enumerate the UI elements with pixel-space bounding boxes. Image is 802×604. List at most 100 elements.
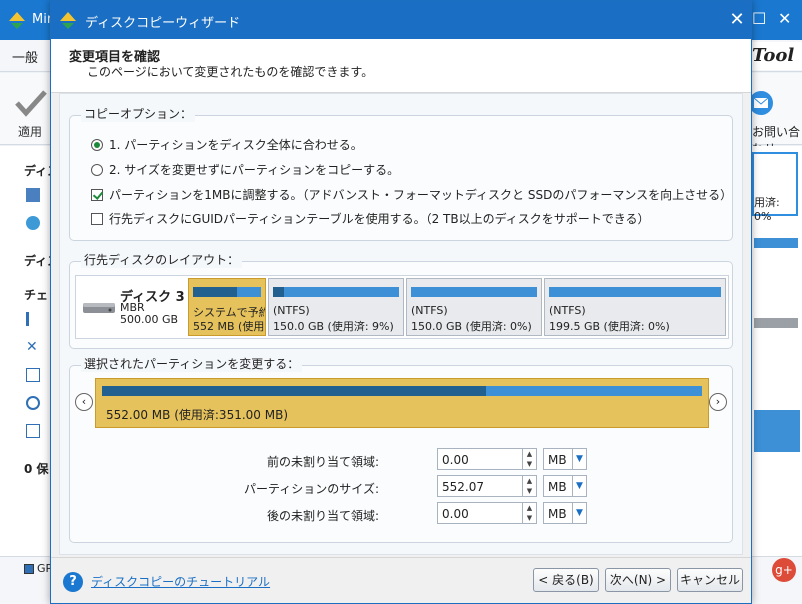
partition-system-reserved[interactable]: システムで予約 552 MB (使用済 <box>188 278 266 336</box>
checkbox-align-1mb[interactable] <box>91 188 103 201</box>
dialog-footer: ? ディスクコピーのチュートリアル < 戻る(B) 次へ(N) > キャンセル <box>51 557 751 603</box>
partition-name: (NTFS) <box>411 304 448 317</box>
hard-disk-icon <box>83 303 115 313</box>
partition-ntfs-1[interactable]: (NTFS) 150.0 GB (使用済: 9%) <box>268 278 404 336</box>
option-fit-whole-disk[interactable]: 1. パーティションをディスク全体に合わせる。 <box>91 136 363 153</box>
align-icon[interactable] <box>26 312 40 326</box>
partition-name: (NTFS) <box>549 304 586 317</box>
partition-name: (NTFS) <box>273 304 310 317</box>
cancel-button[interactable]: キャンセル <box>677 568 743 592</box>
partition-resize-handle[interactable]: 552.00 MB (使用済:351.00 MB) <box>95 378 709 428</box>
partition-ntfs-2[interactable]: (NTFS) 150.0 GB (使用済: 0%) <box>406 278 542 336</box>
spin-down-icon[interactable]: ▼ <box>523 513 536 523</box>
dialog-close-icon[interactable]: ✕ <box>727 9 747 30</box>
app-logo-icon <box>9 12 25 29</box>
partition-size: 150.0 GB (使用済: 9%) <box>273 320 394 333</box>
check-icon[interactable] <box>26 368 40 382</box>
tutorial-link[interactable]: ディスクコピーのチュートリアル <box>91 573 270 590</box>
unallocated-before-input[interactable]: 0.00 ▲ ▼ <box>437 448 537 470</box>
unallocated-before-label: 前の未割り当て領域: <box>266 455 379 469</box>
resize-usage-bar <box>102 386 702 396</box>
option-label: 行先ディスクにGUIDパーティションテーブルを使用する。（2 TB以上のディスク… <box>109 212 650 226</box>
resize-bar-label: 552.00 MB (使用済:351.00 MB) <box>106 408 288 422</box>
spin-value: 0.00 <box>442 453 469 467</box>
option-label: 2. サイズを変更せずにパーティションをコピーする。 <box>109 163 400 177</box>
disk-size: 500.00 GB <box>120 313 179 326</box>
spin-buttons: ▲ ▼ <box>522 476 536 496</box>
tools-icon[interactable]: ✕ <box>26 340 40 354</box>
unallocated-after-label: 後の未割り当て領域: <box>266 509 379 523</box>
next-button[interactable]: 次へ(N) > <box>605 568 671 592</box>
google-plus-icon[interactable]: g+ <box>772 558 796 582</box>
partition-size-label: パーティションのサイズ: <box>244 482 379 496</box>
wizard-logo-icon <box>60 12 76 29</box>
radio-fit-whole-disk[interactable] <box>91 138 103 151</box>
surface-test-icon[interactable] <box>26 396 40 410</box>
dropdown-arrow-icon[interactable]: ▼ <box>572 449 586 469</box>
destination-disk-map: ディスク 3 MBR 500.00 GB システムで予約 552 MB (使用済… <box>75 275 729 339</box>
disk-layout-label: 行先ディスクのレイアウト： <box>81 251 243 268</box>
option-copy-without-resize[interactable]: 2. サイズを変更せずにパーティションをコピーする。 <box>91 161 399 178</box>
right-partition-1[interactable]: 用済: 0% <box>752 152 798 223</box>
partition-usage-bar <box>193 287 261 297</box>
checkbox-use-gpt[interactable] <box>91 212 103 225</box>
apply-check-icon[interactable] <box>14 88 48 118</box>
unallocated-after-input[interactable]: 0.00 ▲ ▼ <box>437 502 537 524</box>
scroll-right-button[interactable]: › <box>709 393 727 411</box>
spin-up-icon[interactable]: ▲ <box>523 449 536 459</box>
option-use-gpt[interactable]: 行先ディスクにGUIDパーティションテーブルを使用する。（2 TB以上のディスク… <box>91 210 650 227</box>
unit-value: MB <box>548 453 567 467</box>
right-bar-1 <box>754 238 798 248</box>
option-label: 1. パーティションをディスク全体に合わせる。 <box>109 138 363 152</box>
partition-ntfs-3[interactable]: (NTFS) 199.5 GB (使用済: 0%) <box>544 278 726 336</box>
unit-value: MB <box>548 480 567 494</box>
copy-options-label: コピーオプション： <box>81 105 196 122</box>
right-selected-block[interactable] <box>754 410 800 452</box>
brand-logo: Tool <box>750 42 802 70</box>
menu-general[interactable]: 一般 <box>12 47 38 66</box>
partition-usage-bar <box>549 287 721 297</box>
right-bar-2 <box>754 318 798 328</box>
dialog-header: 変更項目を確認 このページにおいて変更されたものを確認できます。 <box>51 39 751 93</box>
option-label: パーティションを1MBに調整する。（アドバンスト・フォーマットディスクと SSD… <box>109 188 733 202</box>
unit-value: MB <box>548 507 567 521</box>
pending-count: 0 保 <box>24 462 49 476</box>
dropdown-arrow-icon[interactable]: ▼ <box>572 503 586 523</box>
unit-select[interactable]: MB ▼ <box>543 502 587 524</box>
partition-size: 552 MB (使用済 <box>193 320 265 333</box>
disk-copy-icon[interactable] <box>26 216 40 230</box>
maximize-icon[interactable]: ☐ <box>752 9 766 28</box>
option-align-1mb[interactable]: パーティションを1MBに調整する。（アドバンスト・フォーマットディスクと SSD… <box>91 186 732 203</box>
legend-swatch <box>24 564 34 574</box>
dialog-title: ディスクコピーウィザード <box>85 16 241 31</box>
unit-select[interactable]: MB ▼ <box>543 448 587 470</box>
resize-partition-label: 選択されたパーティションを変更する： <box>81 355 303 372</box>
spin-value: 552.07 <box>442 480 484 494</box>
partition-size: 150.0 GB (使用済: 0%) <box>411 320 532 333</box>
back-button[interactable]: < 戻る(B) <box>533 568 599 592</box>
partition-used-fill <box>273 287 285 297</box>
header-subtitle: このページにおいて変更されたものを確認できます。 <box>87 65 374 79</box>
partition-usage-bar <box>273 287 399 297</box>
partition-size: 199.5 GB (使用済: 0%) <box>549 320 670 333</box>
apply-label[interactable]: 適用 <box>18 123 42 140</box>
unit-select[interactable]: MB ▼ <box>543 475 587 497</box>
spin-up-icon[interactable]: ▲ <box>523 476 536 486</box>
radio-copy-without-resize[interactable] <box>91 163 103 176</box>
partition-size-input[interactable]: 552.07 ▲ ▼ <box>437 475 537 497</box>
spin-down-icon[interactable]: ▼ <box>523 459 536 469</box>
scroll-left-button[interactable]: ‹ <box>75 393 93 411</box>
close-icon[interactable]: ✕ <box>778 9 791 28</box>
partition-used-fill <box>193 287 237 297</box>
properties-icon[interactable] <box>26 424 40 438</box>
spin-up-icon[interactable]: ▲ <box>523 503 536 513</box>
spin-buttons: ▲ ▼ <box>522 449 536 469</box>
disk-icon[interactable] <box>26 188 40 202</box>
spin-value: 0.00 <box>442 507 469 521</box>
spin-buttons: ▲ ▼ <box>522 503 536 523</box>
disk-copy-wizard-dialog: ディスクコピーウィザード ✕ 変更項目を確認 このページにおいて変更されたものを… <box>50 0 752 604</box>
partition-usage-bar <box>411 287 537 297</box>
dropdown-arrow-icon[interactable]: ▼ <box>572 476 586 496</box>
spin-down-icon[interactable]: ▼ <box>523 486 536 496</box>
help-icon[interactable]: ? <box>63 572 83 592</box>
